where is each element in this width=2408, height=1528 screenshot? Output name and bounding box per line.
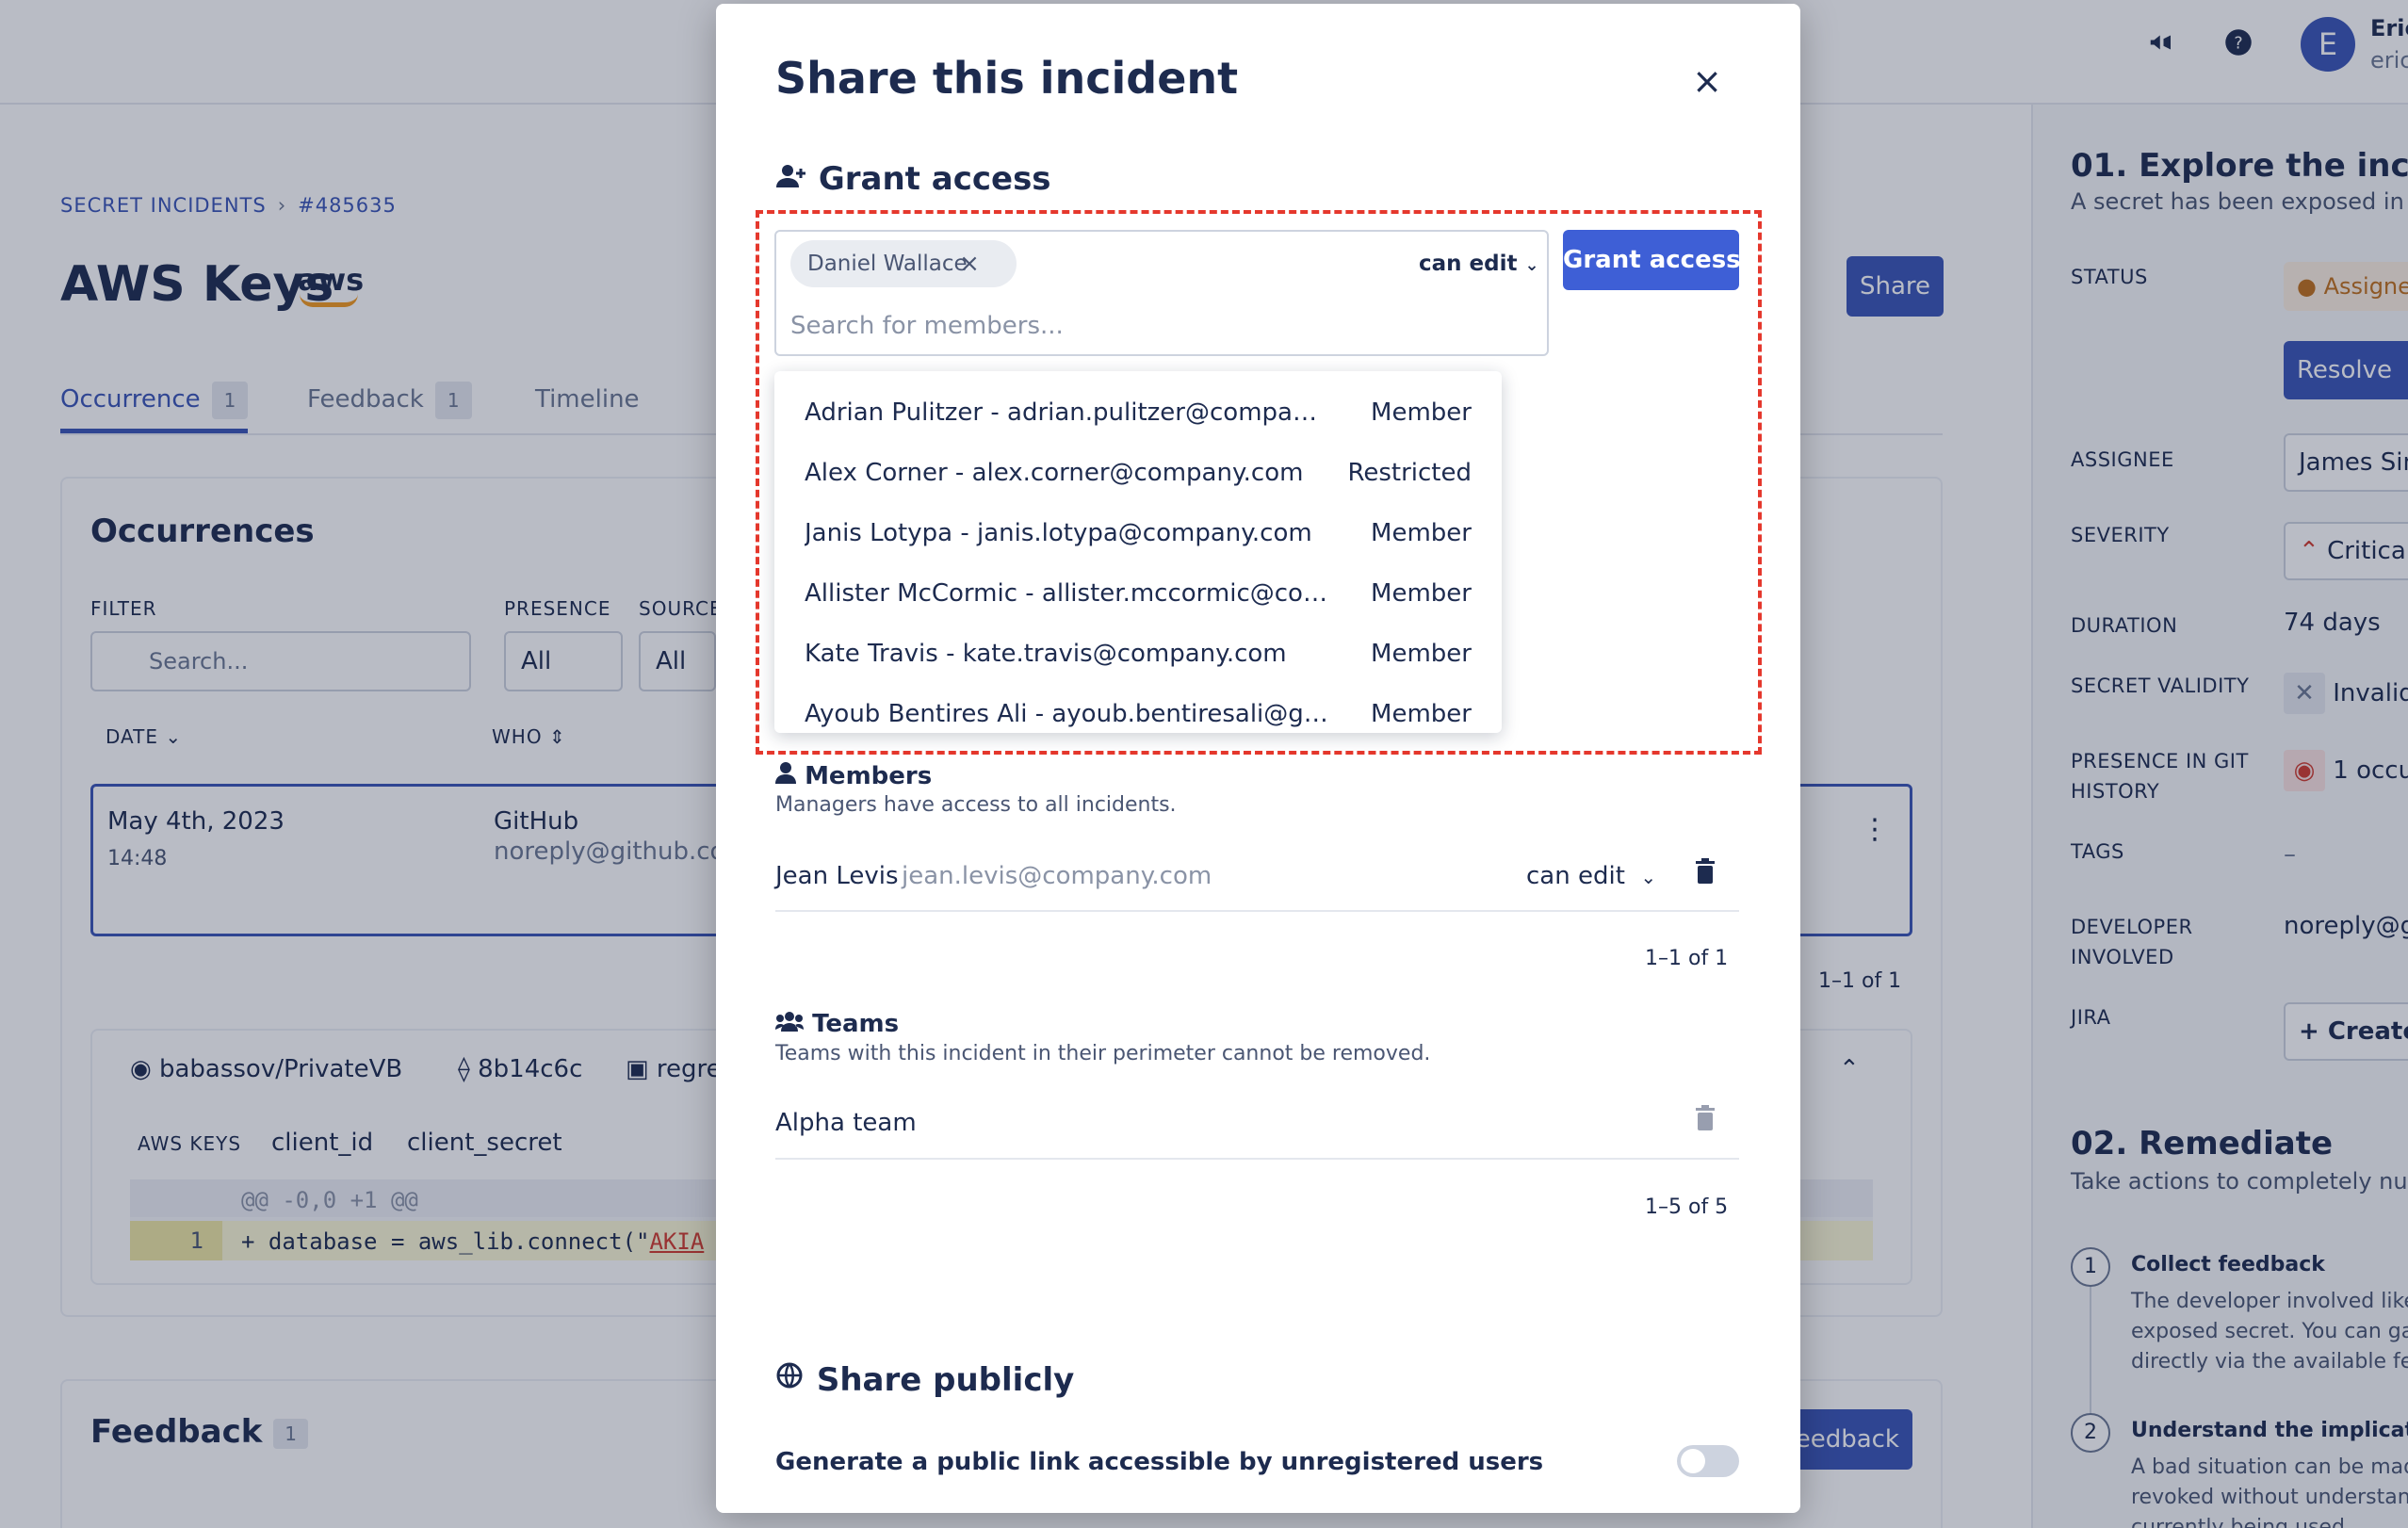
divider [775, 1158, 1739, 1160]
public-link-toggle[interactable] [1677, 1445, 1739, 1477]
share-publicly-heading: Share publicly [775, 1360, 1074, 1399]
suggestion-item[interactable]: Adrian Pulitzer - adrian.pulitzer@compan… [774, 382, 1502, 443]
teams-heading: Teams [775, 1010, 899, 1038]
suggestion-name: Allister McCormic - allister.mccormic@co… [805, 579, 1332, 608]
modal-title: Share this incident [775, 53, 1239, 104]
member-permission-value: can edit [1526, 862, 1625, 890]
grant-access-button[interactable]: Grant access [1563, 230, 1741, 290]
suggestion-item[interactable]: Janis Lotypa - janis.lotypa@company.com M… [774, 503, 1502, 563]
delete-member-icon[interactable] [1690, 857, 1720, 895]
suggestion-role: Member [1371, 700, 1472, 728]
teams-pager: 1–5 of 5 [1645, 1195, 1729, 1219]
share-incident-modal: Share this incident × Grant access Danie… [716, 4, 1800, 1513]
suggestion-role: Member [1371, 640, 1472, 668]
team-name: Alpha team [775, 1109, 917, 1137]
grant-permission-value: can edit [1419, 252, 1518, 276]
public-link-label: Generate a public link accessible by unr… [775, 1448, 1544, 1476]
suggestion-item[interactable]: Ayoub Bentires Ali - ayoub.bentiresali@g… [774, 684, 1502, 733]
grant-access-title: Grant access [818, 160, 1051, 198]
members-subtitle: Managers have access to all incidents. [775, 793, 1177, 817]
members-pager: 1–1 of 1 [1645, 947, 1729, 970]
member-permission-select[interactable]: can edit ⌄ [1526, 857, 1656, 896]
suggestion-item[interactable]: Allister McCormic - allister.mccormic@co… [774, 563, 1502, 624]
globe-share-icon [775, 1361, 805, 1399]
suggestion-name: Alex Corner - alex.corner@company.com [805, 459, 1304, 487]
remove-chip-icon[interactable]: × [955, 240, 984, 287]
suggestion-item[interactable]: Alex Corner - alex.corner@company.com Res… [774, 443, 1502, 503]
person-icon [775, 762, 796, 790]
member-email: jean.levis@company.com [902, 862, 1212, 890]
suggestion-name: Janis Lotypa - janis.lotypa@company.com [805, 519, 1312, 547]
chevron-down-icon: ⌄ [1640, 866, 1657, 888]
divider [775, 910, 1739, 912]
suggestion-role: Member [1371, 398, 1472, 427]
toggle-knob [1681, 1449, 1705, 1473]
suggestion-role: Member [1371, 519, 1472, 547]
grant-access-heading: Grant access [775, 160, 1051, 198]
member-suggestions-dropdown: Adrian Pulitzer - adrian.pulitzer@compan… [774, 371, 1502, 733]
chevron-down-icon: ⌄ [1524, 255, 1539, 275]
suggestion-role: Restricted [1347, 459, 1472, 487]
suggestion-item[interactable]: Kate Travis - kate.travis@company.com Mem… [774, 624, 1502, 684]
teams-subtitle: Teams with this incident in their perime… [775, 1042, 1431, 1065]
grant-permission-select[interactable]: can edit ⌄ [1419, 245, 1539, 284]
delete-team-icon [1690, 1104, 1720, 1142]
member-name: Jean Levis [775, 862, 899, 890]
suggestion-name: Adrian Pulitzer - adrian.pulitzer@compan… [805, 398, 1332, 427]
members-title: Members [805, 762, 933, 790]
add-user-icon [775, 160, 807, 198]
suggestion-role: Member [1371, 579, 1472, 608]
teams-title: Teams [812, 1010, 900, 1038]
team-icon [775, 1010, 804, 1038]
member-search-input[interactable]: Search for members... [790, 307, 1064, 345]
suggestion-name: Ayoub Bentires Ali - ayoub.bentiresali@g… [805, 700, 1332, 728]
suggestion-name: Kate Travis - kate.travis@company.com [805, 640, 1287, 668]
members-heading: Members [775, 761, 932, 790]
close-icon[interactable]: × [1686, 60, 1728, 102]
share-publicly-title: Share publicly [816, 1361, 1075, 1399]
